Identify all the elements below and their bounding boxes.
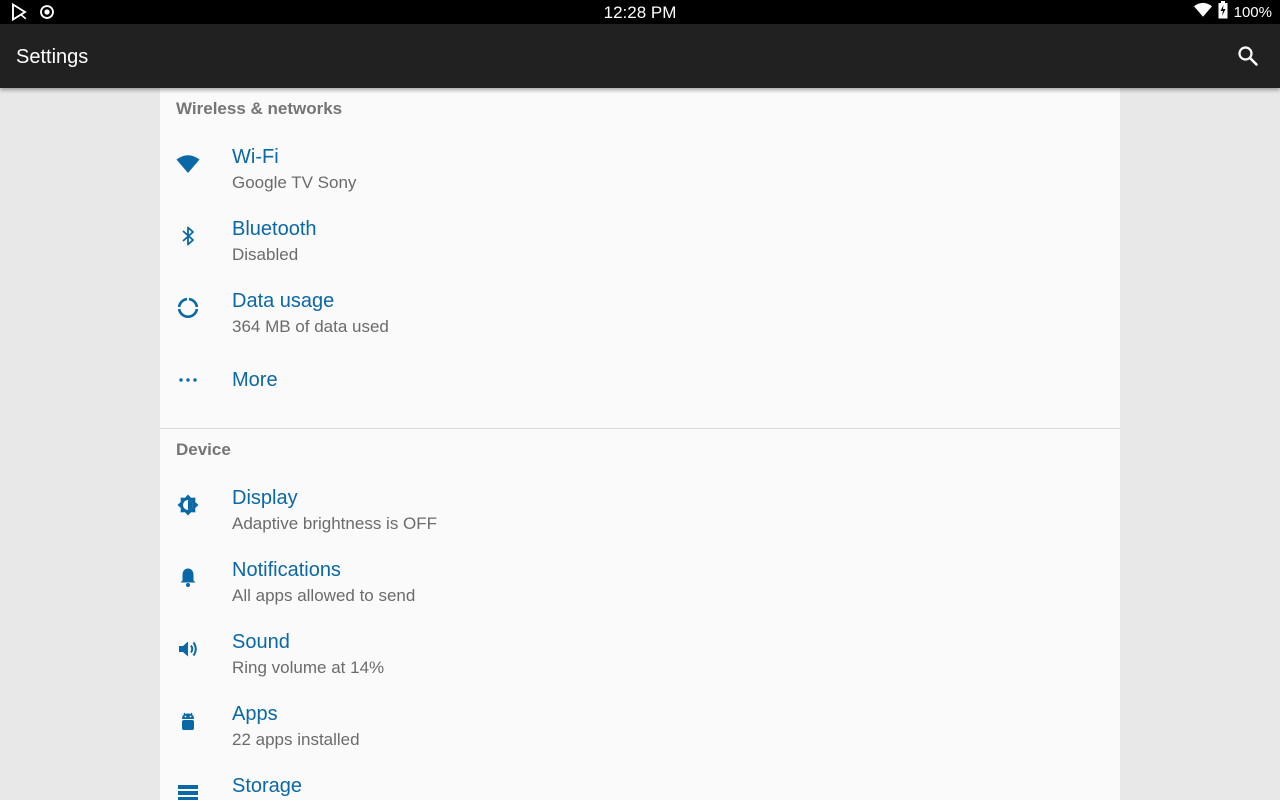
- settings-item-notifications[interactable]: Notifications All apps allowed to send: [160, 541, 1120, 613]
- settings-item-title: Sound: [232, 631, 290, 653]
- settings-item-summary: Disabled: [232, 245, 299, 264]
- search-icon: [1238, 46, 1258, 66]
- storage-icon: [176, 781, 200, 800]
- settings-item-summary: Adaptive brightness is OFF: [232, 514, 438, 533]
- section-header-wireless: Wireless & networks: [176, 99, 343, 118]
- settings-list[interactable]: Wireless & networks Wi-Fi Google TV Sony…: [160, 88, 1120, 800]
- settings-item-summary: All apps allowed to send: [232, 586, 416, 605]
- status-bar: 12:28 PM 100%: [0, 0, 1280, 24]
- status-right-icons: 100%: [1193, 0, 1272, 24]
- page-title: Settings: [16, 46, 89, 68]
- more-dots-icon: [176, 368, 200, 392]
- data-usage-icon: [176, 296, 200, 320]
- settings-item-bluetooth[interactable]: Bluetooth Disabled: [160, 200, 1120, 272]
- settings-item-title: Notifications: [232, 559, 341, 581]
- bluetooth-icon: [176, 224, 200, 248]
- settings-item-wifi[interactable]: Wi-Fi Google TV Sony: [160, 128, 1120, 200]
- settings-item-display[interactable]: Display Adaptive brightness is OFF: [160, 469, 1120, 541]
- bell-icon: [176, 565, 200, 589]
- settings-item-summary: Ring volume at 14%: [232, 658, 385, 677]
- battery-charging-icon: [1218, 0, 1228, 24]
- wifi-status-icon: [1193, 2, 1212, 23]
- settings-item-sound[interactable]: Sound Ring volume at 14%: [160, 613, 1120, 685]
- settings-item-more[interactable]: More: [160, 344, 1120, 416]
- app-bar: Settings: [0, 24, 1280, 88]
- settings-item-title: Bluetooth: [232, 218, 317, 240]
- settings-item-summary: 364 MB of data used: [232, 317, 389, 336]
- android-icon: [176, 709, 200, 733]
- settings-item-title: Storage: [232, 775, 303, 797]
- settings-item-data-usage[interactable]: Data usage 364 MB of data used: [160, 272, 1120, 344]
- settings-item-title: Display: [232, 487, 298, 509]
- battery-percentage: 100%: [1233, 3, 1272, 21]
- settings-item-summary: 22 apps installed: [232, 730, 360, 749]
- status-time: 12:28 PM: [603, 3, 677, 22]
- settings-item-storage[interactable]: Storage: [160, 757, 1120, 800]
- settings-item-title: Apps: [232, 703, 278, 725]
- section-header-device: Device: [176, 440, 231, 459]
- settings-item-title: Data usage: [232, 290, 335, 312]
- settings-item-summary: Google TV Sony: [232, 173, 357, 192]
- brightness-icon: [176, 493, 200, 517]
- settings-item-title: More: [232, 369, 278, 391]
- wifi-icon: [176, 152, 200, 176]
- speaker-icon: [176, 637, 200, 661]
- settings-item-title: Wi-Fi: [232, 146, 279, 168]
- settings-item-apps[interactable]: Apps 22 apps installed: [160, 685, 1120, 757]
- search-button[interactable]: [1236, 44, 1260, 68]
